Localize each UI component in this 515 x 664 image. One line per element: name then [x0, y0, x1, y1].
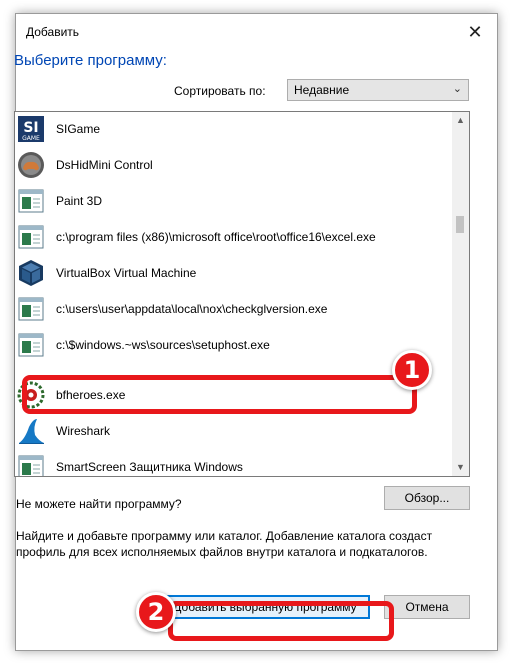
list-item[interactable]: SI GAME SIGame	[15, 112, 452, 147]
page-title: Выберите программу:	[14, 52, 167, 69]
scroll-up-icon[interactable]: ▲	[452, 112, 469, 129]
list-item[interactable]: c:\program files (x86)\microsoft office\…	[15, 219, 452, 255]
program-label: Wireshark	[56, 424, 111, 438]
cant-find-text: Не можете найти программу?	[16, 497, 182, 511]
close-button[interactable]: ✕	[453, 14, 497, 50]
list-item[interactable]: Wireshark	[15, 413, 452, 449]
highlight-selected-row	[22, 375, 417, 414]
list-item[interactable]: SmartScreen Защитника Windows	[15, 449, 452, 476]
step-badge-1: 1	[392, 350, 432, 390]
highlight-add-button	[168, 601, 394, 641]
sigame-icon: SI GAME	[18, 116, 44, 142]
title-bar: Добавить ✕	[16, 14, 497, 50]
program-list[interactable]: SI GAME SIGame DsHidMini Control Paint 3…	[14, 111, 470, 477]
description-text: Найдите и добавьте программу или каталог…	[16, 529, 433, 559]
virtualbox-icon	[19, 260, 43, 286]
list-scrollbar[interactable]: ▲ ▼	[452, 112, 469, 476]
generic-app-icon	[18, 297, 44, 321]
list-item[interactable]: c:\$windows.~ws\sources\setuphost.exe	[15, 327, 452, 363]
dialog-title: Добавить	[26, 25, 80, 39]
program-label: c:\program files (x86)\microsoft office\…	[56, 230, 376, 244]
generic-app-icon	[18, 225, 44, 249]
program-label: SmartScreen Защитника Windows	[56, 460, 243, 474]
sort-selected-value: Недавние	[294, 83, 350, 97]
scroll-down-icon[interactable]: ▼	[452, 459, 469, 476]
program-label: c:\$windows.~ws\sources\setuphost.exe	[56, 338, 270, 352]
cancel-button[interactable]: Отмена	[384, 595, 470, 619]
close-icon: ✕	[467, 21, 483, 42]
program-label: Paint 3D	[56, 194, 103, 208]
list-item[interactable]: Paint 3D	[15, 183, 452, 219]
sort-select[interactable]: Недавние ⌄	[287, 79, 469, 101]
generic-app-icon	[18, 455, 44, 476]
dshidmini-icon	[18, 152, 44, 178]
list-item[interactable]: c:\users\user\appdata\local\nox\checkglv…	[15, 291, 452, 327]
sort-label: Сортировать по:	[174, 84, 266, 98]
sigame-logo-subtext: GAME	[22, 135, 40, 142]
scroll-thumb[interactable]	[456, 216, 464, 233]
program-label: c:\users\user\appdata\local\nox\checkglv…	[56, 302, 328, 316]
chevron-down-icon: ⌄	[452, 83, 462, 95]
wireshark-icon	[19, 419, 44, 444]
program-label: DsHidMini Control	[56, 158, 153, 172]
program-label: VirtualBox Virtual Machine	[56, 266, 197, 280]
sigame-logo-text: SI	[23, 120, 38, 136]
program-label: SIGame	[56, 122, 101, 136]
browse-button[interactable]: Обзор...	[384, 486, 470, 510]
generic-app-icon	[18, 189, 44, 213]
generic-app-icon	[18, 333, 44, 357]
list-item[interactable]: DsHidMini Control	[15, 147, 452, 183]
list-item[interactable]: VirtualBox Virtual Machine	[15, 255, 452, 291]
step-badge-2: 2	[136, 592, 176, 632]
